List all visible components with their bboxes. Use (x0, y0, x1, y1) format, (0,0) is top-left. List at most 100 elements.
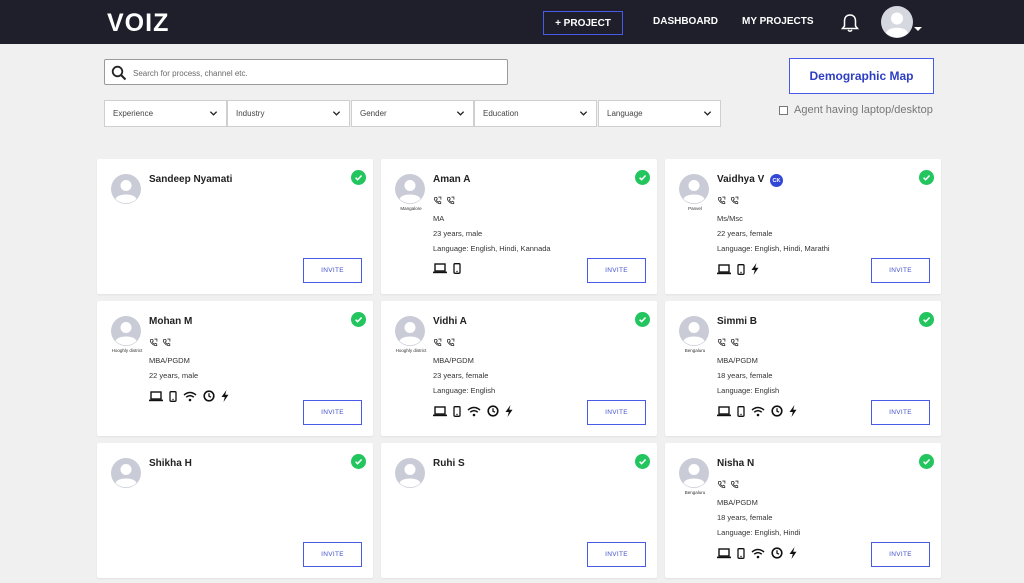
call-incoming-icon (162, 338, 171, 347)
search-bar (104, 59, 508, 85)
avatar-icon (679, 458, 709, 488)
nav-dashboard[interactable]: DASHBOARD (653, 16, 718, 27)
power-icon (789, 405, 797, 417)
candidate-name[interactable]: Sandeep Nyamati (149, 174, 232, 185)
candidate-name[interactable]: Ruhi S (433, 458, 465, 469)
candidate-age-gender: 22 years, female (717, 229, 773, 238)
verified-check-icon (919, 454, 934, 469)
candidate-name[interactable]: Aman A (433, 174, 470, 185)
chevron-down-icon (703, 111, 712, 116)
clock-icon (771, 547, 783, 559)
candidate-age-gender: 18 years, female (717, 513, 773, 522)
invite-button[interactable]: INVITE (871, 258, 930, 283)
candidate-location: Panvel (688, 206, 702, 211)
candidate-card[interactable]: Hooghly district Mohan M MBA/PGDM 22 years,… (97, 301, 373, 436)
call-type-icons (149, 338, 173, 348)
voiz-logo[interactable]: VOIZ (107, 9, 169, 38)
candidate-card[interactable]: Bengaluru Nisha N MBA/PGDM 18 years, female… (665, 443, 941, 578)
wifi-icon (183, 391, 197, 402)
avatar-icon (111, 174, 141, 204)
device-icons (717, 547, 797, 559)
invite-button[interactable]: INVITE (303, 542, 362, 567)
candidate-card[interactable]: Mangalore Aman A MA 23 years, male Language:… (381, 159, 657, 294)
candidate-card[interactable]: Ruhi S INVITE (381, 443, 657, 578)
invite-button[interactable]: INVITE (587, 400, 646, 425)
chevron-down-icon (579, 111, 588, 116)
call-outgoing-icon (433, 338, 442, 347)
candidate-age-gender: 23 years, male (433, 229, 483, 238)
chevron-down-icon[interactable] (914, 27, 922, 31)
verified-check-icon (919, 312, 934, 327)
candidate-card[interactable]: Hooghly district Vidhi A MBA/PGDM 23 years,… (381, 301, 657, 436)
wifi-icon (751, 406, 765, 417)
filter-education[interactable]: Education (474, 100, 597, 127)
add-project-button[interactable]: + PROJECT (543, 11, 623, 35)
call-type-icons (717, 196, 741, 206)
verified-check-icon (919, 170, 934, 185)
candidate-card[interactable]: Sandeep Nyamati INVITE (97, 159, 373, 294)
candidate-age-gender: 22 years, male (149, 371, 199, 380)
search-input[interactable] (133, 64, 493, 82)
invite-button[interactable]: INVITE (303, 400, 362, 425)
filter-experience[interactable]: Experience (104, 100, 227, 127)
candidate-languages: Language: English (433, 386, 496, 395)
candidate-name[interactable]: Shikha H (149, 458, 192, 469)
call-incoming-icon (730, 338, 739, 347)
candidate-name[interactable]: Vaidhya V (717, 174, 764, 185)
power-icon (505, 405, 513, 417)
call-type-icons (717, 480, 741, 490)
candidate-qualification: MBA/PGDM (433, 356, 474, 365)
filter-label: Industry (236, 109, 265, 118)
candidate-location: Bengaluru (684, 348, 706, 353)
bell-icon[interactable] (841, 13, 859, 33)
candidate-card[interactable]: Shikha H INVITE (97, 443, 373, 578)
laptop-icon (433, 405, 447, 417)
verified-check-icon (351, 170, 366, 185)
mobile-icon (737, 405, 745, 417)
candidate-card[interactable]: Bengaluru Simmi B MBA/PGDM 18 years, female… (665, 301, 941, 436)
clock-icon (203, 390, 215, 402)
invite-button[interactable]: INVITE (871, 400, 930, 425)
nav-my-projects[interactable]: MY PROJECTS (742, 16, 814, 27)
filter-label: Language (607, 109, 643, 118)
laptop-icon (717, 547, 731, 559)
candidate-qualification: MA (433, 214, 445, 223)
candidate-card[interactable]: Panvel Vaidhya V CK Ms/Msc 22 years, female L… (665, 159, 941, 294)
candidate-location: Hooghly district (395, 348, 427, 353)
invite-button[interactable]: INVITE (871, 542, 930, 567)
filter-label: Gender (360, 109, 387, 118)
wifi-icon (751, 548, 765, 559)
candidate-name[interactable]: Simmi B (717, 316, 757, 327)
chevron-down-icon (332, 111, 341, 116)
mobile-icon (453, 405, 461, 417)
candidate-name[interactable]: Nisha N (717, 458, 754, 469)
invite-button[interactable]: INVITE (303, 258, 362, 283)
candidate-location: Bengaluru (684, 490, 706, 495)
clock-icon (771, 405, 783, 417)
filter-gender[interactable]: Gender (351, 100, 474, 127)
laptop-icon (433, 263, 447, 274)
laptop-filter[interactable]: Agent having laptop/desktop (779, 104, 933, 116)
laptop-icon (717, 405, 731, 417)
demographic-map-button[interactable]: Demographic Map (789, 58, 934, 94)
call-outgoing-icon (433, 196, 442, 205)
candidate-name[interactable]: Vidhi A (433, 316, 467, 327)
avatar-icon (111, 458, 141, 488)
candidate-qualification: Ms/Msc (717, 214, 743, 223)
laptop-icon (717, 263, 731, 275)
clock-icon (487, 405, 499, 417)
invite-button[interactable]: INVITE (587, 258, 646, 283)
candidate-age-gender: 18 years, female (717, 371, 773, 380)
candidate-name[interactable]: Mohan M (149, 316, 192, 327)
avatar-icon (395, 316, 425, 346)
verified-check-icon (351, 454, 366, 469)
call-incoming-icon (446, 196, 455, 205)
candidate-languages: Language: English (717, 386, 780, 395)
filter-industry[interactable]: Industry (227, 100, 350, 127)
user-avatar-icon[interactable] (881, 6, 913, 38)
filter-language[interactable]: Language (598, 100, 721, 127)
invite-button[interactable]: INVITE (587, 542, 646, 567)
candidate-age-gender: 23 years, female (433, 371, 489, 380)
call-outgoing-icon (717, 480, 726, 489)
laptop-checkbox[interactable] (779, 105, 788, 115)
